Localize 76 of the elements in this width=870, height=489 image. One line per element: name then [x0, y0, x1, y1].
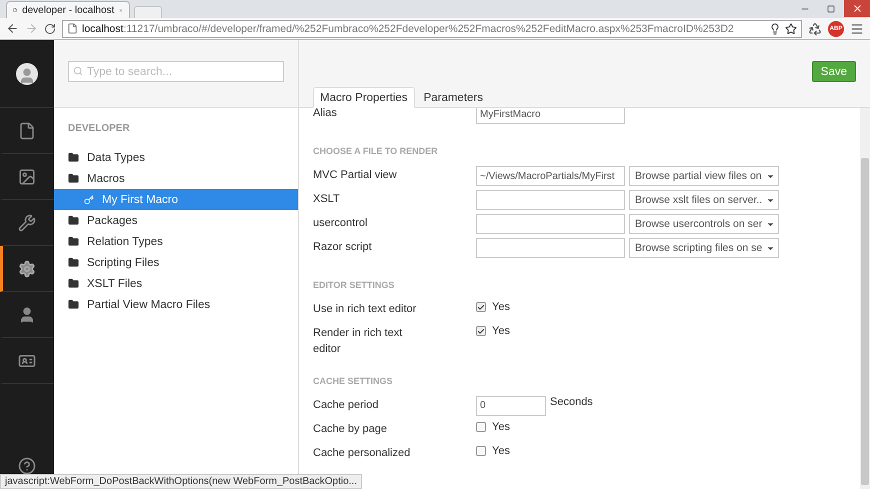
field-label: usercontrol	[313, 216, 368, 231]
star-icon[interactable]	[785, 22, 797, 34]
browser-tab[interactable]: developer - localhost	[6, 1, 130, 18]
checkbox-label: Yes	[492, 325, 510, 337]
tree-item[interactable]: Scripting Files	[54, 252, 298, 273]
document-icon	[18, 122, 36, 140]
field-label: MVC Partial view	[313, 168, 398, 183]
tree-item[interactable]: Packages	[54, 210, 298, 231]
text-field[interactable]	[476, 190, 625, 210]
dropdown[interactable]: Browse usercontrols on ser	[629, 214, 780, 234]
address-bar[interactable]: localhost:11217/umbraco/#/developer/framed/%252Fumbraco%252Fdeveloper%252Fmacros%252FeditMacro.aspx%253FmacroID%253D2	[62, 20, 802, 38]
field-label: Cache period	[313, 398, 380, 413]
close-icon	[852, 3, 862, 14]
user-icon	[18, 306, 36, 324]
checkbox[interactable]	[476, 422, 486, 432]
field-label: Cache by page	[313, 422, 388, 437]
reload-icon[interactable]	[44, 22, 56, 34]
field-label: Use in rich text editor	[313, 302, 418, 317]
page-icon	[13, 5, 18, 15]
status-bar: javascript:WebForm_DoPostBackWithOptions(new WebForm_PostBackOptio...	[0, 474, 362, 489]
recycle-icon[interactable]	[808, 22, 822, 36]
folder-icon	[68, 173, 79, 184]
text-field[interactable]	[476, 214, 625, 234]
folder-icon	[68, 278, 79, 289]
search-icon	[73, 66, 83, 76]
wrench-icon	[18, 214, 36, 232]
folder-icon	[68, 299, 79, 310]
tree-item[interactable]: Partial View Macro Files	[54, 294, 298, 315]
number-field[interactable]: 0	[476, 396, 546, 416]
tree-item[interactable]: Macros	[54, 168, 298, 189]
close-button[interactable]	[844, 0, 870, 17]
checkbox-label: Yes	[492, 301, 510, 313]
tree-item[interactable]: My First Macro	[54, 189, 298, 210]
field-label: Cache personalized	[313, 446, 412, 461]
key-icon	[84, 194, 94, 204]
scrollbar-thumb[interactable]	[861, 158, 869, 485]
field-label: Render in rich text editor	[313, 326, 404, 357]
checkbox-label: Yes	[492, 444, 510, 457]
field-label: Razor script	[313, 240, 373, 255]
section-heading: EDITOR SETTINGS	[313, 279, 396, 291]
dropdown[interactable]: Browse scripting files on se	[629, 238, 780, 258]
page-icon	[67, 23, 78, 34]
settings-icon	[18, 260, 36, 278]
menu-icon[interactable]	[850, 22, 864, 36]
tree-item[interactable]: Data Types	[54, 147, 298, 168]
text-field[interactable]	[476, 238, 625, 258]
tree-heading: DEVELOPER	[67, 122, 131, 136]
url-text: localhost:11217/umbraco/#/developer/framed/%252Fumbraco%252Fdeveloper%252Fmacros%252FeditMacro.aspx%253FmacroID%253D2	[82, 22, 734, 34]
folder-icon	[68, 257, 79, 268]
search-field[interactable]: Type to search...	[68, 61, 284, 82]
unit-label: Seconds	[550, 396, 593, 408]
tab[interactable]: Macro Properties	[313, 87, 415, 108]
dropdown[interactable]: Browse xslt files on server..	[629, 190, 780, 210]
checkbox[interactable]	[476, 302, 486, 312]
tree-item[interactable]: XSLT Files	[54, 273, 298, 294]
checkbox[interactable]	[476, 326, 486, 336]
lightbulb-icon[interactable]	[769, 22, 781, 34]
image-icon	[18, 168, 36, 186]
dropdown[interactable]: Browse partial view files on	[629, 166, 779, 186]
folder-icon	[68, 152, 79, 163]
field-label: Alias	[313, 108, 338, 121]
checkbox-label: Yes	[492, 420, 510, 433]
section-heading: CACHE SETTINGS	[313, 374, 394, 387]
section-heading: CHOOSE A FILE TO RENDER	[313, 145, 439, 157]
help-icon[interactable]	[18, 457, 36, 475]
avatar-icon[interactable]	[16, 62, 38, 84]
text-field[interactable]: MyFirstMacro	[476, 108, 625, 124]
field-label: XSLT	[313, 192, 341, 207]
folder-icon	[68, 236, 79, 247]
text-field[interactable]: ~/Views/MacroPartials/MyFirst	[476, 166, 625, 186]
tree-item[interactable]: Relation Types	[54, 231, 298, 252]
restore-icon	[827, 4, 835, 12]
back-icon[interactable]	[6, 22, 19, 35]
checkbox[interactable]	[476, 446, 486, 456]
tab[interactable]: Parameters	[416, 87, 490, 108]
folder-icon	[68, 215, 79, 226]
